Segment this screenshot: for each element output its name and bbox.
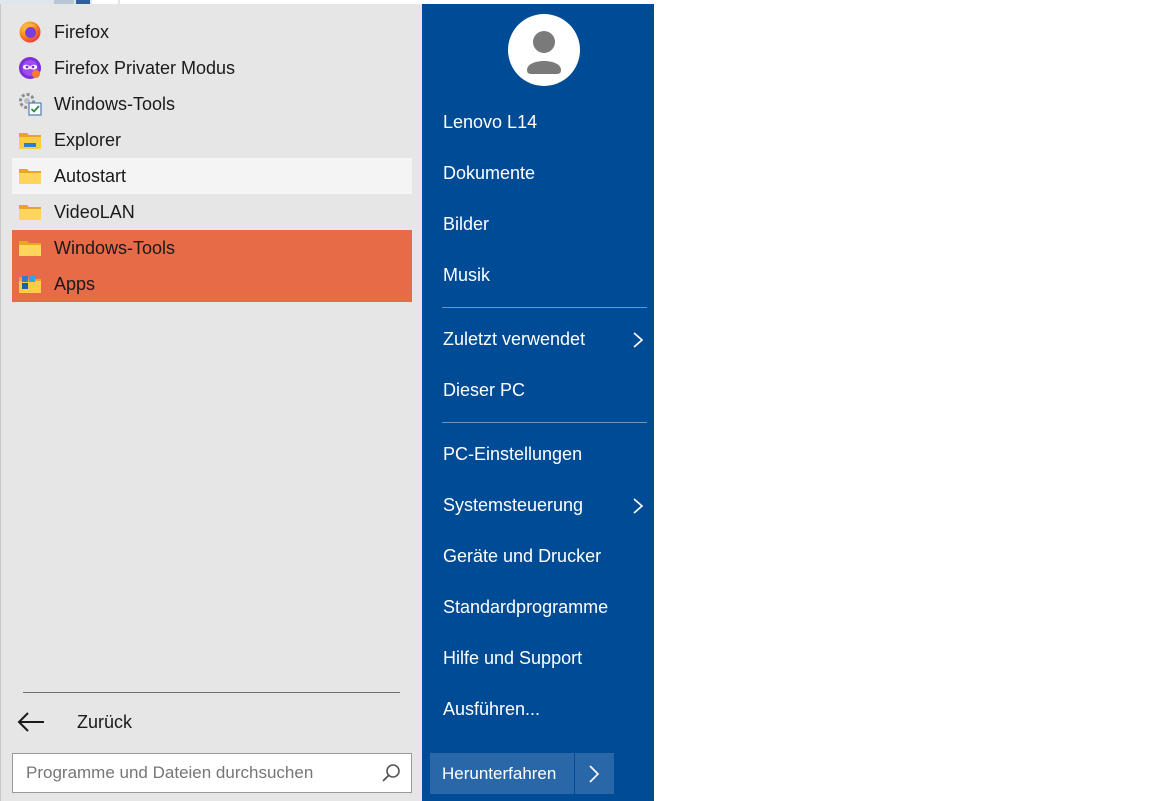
- chevron-right-icon: [633, 332, 643, 348]
- program-list: Firefox Firefox Privater Modus Windows-T…: [12, 14, 412, 302]
- start-menu: Firefox Firefox Privater Modus Windows-T…: [0, 4, 654, 801]
- program-item-autostart[interactable]: Autostart: [12, 158, 412, 194]
- program-label: Autostart: [54, 165, 127, 186]
- place-zuletzt-verwendet[interactable]: Zuletzt verwendet: [443, 322, 651, 356]
- program-item-apps[interactable]: Apps: [12, 266, 412, 302]
- place-musik[interactable]: Musik: [443, 258, 651, 292]
- program-item-explorer[interactable]: Explorer: [12, 122, 412, 158]
- folder-icon: [18, 236, 42, 260]
- program-label: VideoLAN: [54, 201, 135, 222]
- place-dieser-pc[interactable]: Dieser PC: [443, 373, 651, 407]
- place-ausfuehren[interactable]: Ausführen...: [443, 692, 651, 726]
- divider: [442, 422, 647, 423]
- place-lenovo-l14[interactable]: Lenovo L14: [443, 105, 651, 139]
- place-standardprogramme[interactable]: Standardprogramme: [443, 590, 651, 624]
- divider: [442, 307, 647, 308]
- search-box[interactable]: [12, 753, 412, 793]
- chevron-right-icon: [589, 765, 600, 783]
- search-icon[interactable]: [381, 763, 401, 783]
- program-item-videolan[interactable]: VideoLAN: [12, 194, 412, 230]
- user-avatar-icon[interactable]: [508, 14, 580, 86]
- program-label: Firefox: [54, 21, 110, 42]
- program-item-firefox-private[interactable]: Firefox Privater Modus: [12, 50, 412, 86]
- folder-icon: [18, 164, 42, 188]
- program-item-windows-tools-folder[interactable]: Windows-Tools: [12, 230, 412, 266]
- place-pc-einstellungen[interactable]: PC-Einstellungen: [443, 437, 651, 471]
- place-dokumente[interactable]: Dokumente: [443, 156, 651, 190]
- windows-tools-icon: [18, 92, 42, 116]
- program-label: Firefox Privater Modus: [54, 57, 236, 78]
- place-geraete-und-drucker[interactable]: Geräte und Drucker: [443, 539, 651, 573]
- program-item-windows-tools[interactable]: Windows-Tools: [12, 86, 412, 122]
- shutdown-button[interactable]: Herunterfahren: [430, 753, 574, 794]
- back-label: Zurück: [77, 711, 133, 732]
- program-label: Windows-Tools: [54, 237, 176, 258]
- place-systemsteuerung[interactable]: Systemsteuerung: [443, 488, 651, 522]
- firefox-private-icon: [18, 56, 42, 80]
- back-button[interactable]: Zurück: [12, 702, 412, 742]
- place-bilder[interactable]: Bilder: [443, 207, 651, 241]
- program-label: Explorer: [54, 129, 122, 150]
- program-label: Windows-Tools: [54, 93, 176, 114]
- divider: [23, 692, 400, 693]
- place-hilfe-und-support[interactable]: Hilfe und Support: [443, 641, 651, 675]
- program-item-firefox[interactable]: Firefox: [12, 14, 412, 50]
- places-pane: Lenovo L14 Dokumente Bilder Musik Zuletz…: [422, 4, 654, 801]
- arrow-left-icon: [16, 710, 46, 734]
- program-label: Apps: [54, 273, 96, 294]
- chevron-right-icon: [633, 498, 643, 514]
- shutdown-options-button[interactable]: [575, 753, 614, 794]
- programs-pane: Firefox Firefox Privater Modus Windows-T…: [0, 4, 422, 801]
- folder-icon: [18, 200, 42, 224]
- apps-icon: [18, 272, 42, 296]
- explorer-icon: [18, 128, 42, 152]
- search-input[interactable]: [13, 754, 373, 792]
- firefox-icon: [18, 20, 42, 44]
